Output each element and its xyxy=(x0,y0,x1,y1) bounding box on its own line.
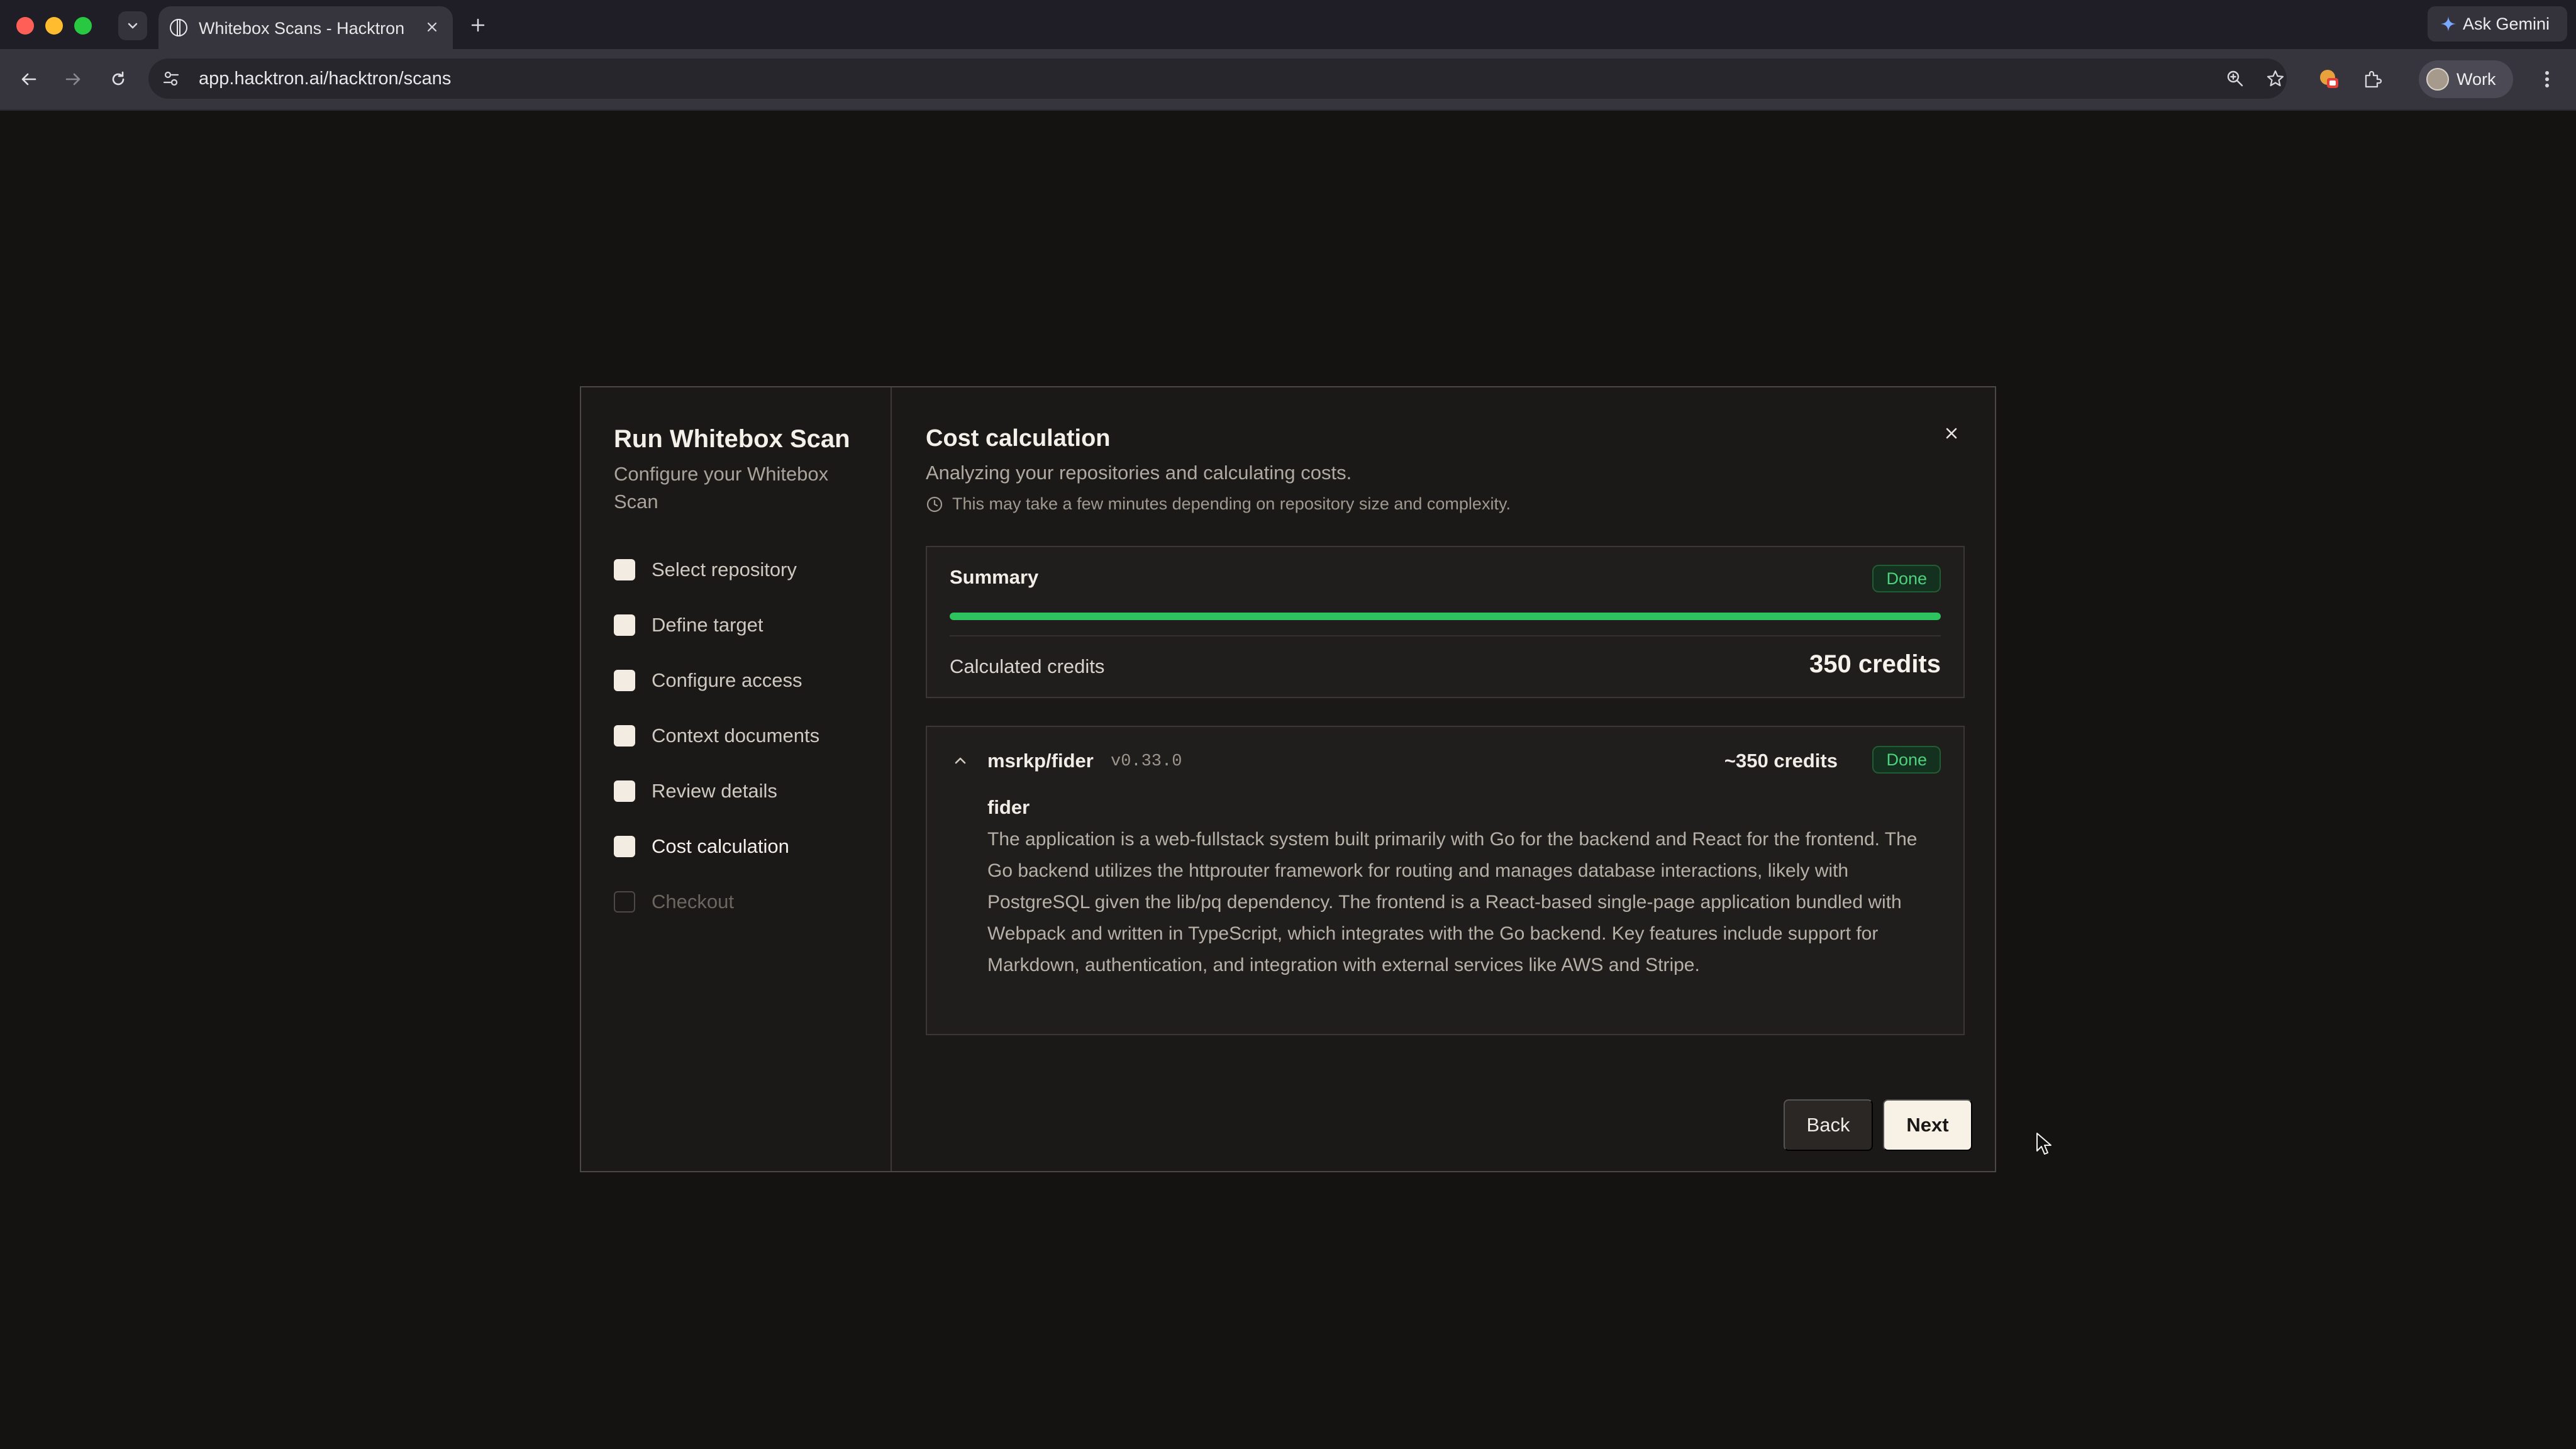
application-description: The application is a web-fullstack syste… xyxy=(987,829,1918,975)
browser-tab-bar: Whitebox Scans - Hacktron Ask Gemini xyxy=(0,0,2576,50)
wizard-main: Cost calculation Analyzing your reposito… xyxy=(892,387,1995,1171)
run-scan-modal: Run Whitebox Scan Configure your Whitebo… xyxy=(580,386,1996,1172)
tab-search-button[interactable] xyxy=(118,11,147,40)
close-icon xyxy=(427,22,437,32)
step-cost-calculation[interactable]: Cost calculation xyxy=(614,835,789,858)
step-checkbox xyxy=(614,891,635,913)
status-badge: Done xyxy=(1872,746,1941,774)
page-subtitle: Analyzing your repositories and calculat… xyxy=(926,462,1352,484)
repository-card: msrkp/fider v0.33.0 ~350 credits Done fi… xyxy=(926,726,1965,1035)
bookmark-star-icon[interactable] xyxy=(2262,65,2289,92)
minimize-window-button[interactable] xyxy=(45,17,63,35)
browser-toolbar: app.hacktron.ai/hacktron/scans Work xyxy=(0,49,2576,111)
summary-card: Summary Done Calculated credits 350 cred… xyxy=(926,546,1965,698)
step-label: Select repository xyxy=(652,558,797,580)
next-button[interactable]: Next xyxy=(1883,1099,1972,1151)
step-review-details[interactable]: Review details xyxy=(614,780,777,802)
step-label: Cost calculation xyxy=(652,835,789,857)
step-label: Configure access xyxy=(652,669,802,691)
calculated-credits-value: 350 credits xyxy=(1809,650,1941,678)
zoom-icon[interactable] xyxy=(2221,65,2249,92)
step-checkbox xyxy=(614,670,635,691)
page-title: Cost calculation xyxy=(926,425,1111,452)
extension-badge-icon[interactable] xyxy=(2314,64,2345,94)
address-bar[interactable]: app.hacktron.ai/hacktron/scans xyxy=(148,58,2287,99)
arrow-right-icon xyxy=(65,73,80,86)
profile-label: Work xyxy=(2457,69,2496,89)
calculated-credits-label: Calculated credits xyxy=(950,655,1105,677)
ask-gemini-button[interactable]: Ask Gemini xyxy=(2428,6,2567,42)
close-window-button[interactable] xyxy=(16,17,34,35)
avatar xyxy=(2426,68,2449,91)
wizard-sidebar: Run Whitebox Scan Configure your Whitebo… xyxy=(581,387,892,1171)
back-button[interactable]: Back xyxy=(1784,1099,1873,1151)
step-label: Define target xyxy=(652,614,763,636)
status-badge: Done xyxy=(1872,565,1941,592)
chevron-up-icon xyxy=(955,757,966,764)
page-note: This may take a few minutes depending on… xyxy=(926,494,1511,514)
repository-name: msrkp/fider xyxy=(987,750,1094,772)
clock-icon xyxy=(926,496,943,512)
step-checkout: Checkout xyxy=(614,891,734,913)
globe-icon xyxy=(170,19,187,36)
browser-tab[interactable]: Whitebox Scans - Hacktron xyxy=(158,6,453,49)
new-tab-button[interactable] xyxy=(464,11,492,39)
repository-credits: ~350 credits xyxy=(1724,750,1838,772)
summary-title: Summary xyxy=(950,566,1039,588)
site-settings-icon[interactable] xyxy=(160,67,182,90)
gemini-sparkle-icon xyxy=(2441,16,2456,31)
url-text: app.hacktron.ai/hacktron/scans xyxy=(199,69,452,89)
divider xyxy=(950,635,1941,636)
maximize-window-button[interactable] xyxy=(74,17,92,35)
back-nav-button[interactable] xyxy=(14,64,44,94)
plus-icon xyxy=(471,18,485,32)
repository-version: v0.33.0 xyxy=(1111,752,1182,771)
more-vertical-icon xyxy=(2545,71,2549,87)
reload-icon xyxy=(112,71,125,86)
step-checkbox xyxy=(614,614,635,636)
step-checkbox xyxy=(614,780,635,802)
progress-fill xyxy=(950,613,1941,620)
step-label: Review details xyxy=(652,780,777,802)
wizard-title: Run Whitebox Scan xyxy=(614,425,850,453)
chevron-down-icon xyxy=(128,23,138,29)
browser-menu-button[interactable] xyxy=(2534,64,2560,94)
step-label: Context documents xyxy=(652,724,820,747)
step-checkbox xyxy=(614,725,635,747)
wizard-subtitle: Configure your Whitebox Scan xyxy=(614,463,829,513)
step-context-documents[interactable]: Context documents xyxy=(614,724,819,747)
step-select-repository[interactable]: Select repository xyxy=(614,558,797,581)
extensions-puzzle-icon[interactable] xyxy=(2357,64,2387,94)
tab-title: Whitebox Scans - Hacktron xyxy=(199,19,405,38)
progress-bar xyxy=(950,613,1941,620)
step-configure-access[interactable]: Configure access xyxy=(614,669,802,692)
arrow-left-icon xyxy=(21,73,36,86)
step-checkbox xyxy=(614,836,635,857)
profile-button[interactable]: Work xyxy=(2419,60,2513,98)
application-name: fider xyxy=(987,796,1030,818)
modal-close-button[interactable] xyxy=(1937,419,1966,448)
step-label: Checkout xyxy=(652,891,734,913)
close-icon xyxy=(1946,428,1957,439)
reload-button[interactable] xyxy=(103,64,133,94)
page-note-text: This may take a few minutes depending on… xyxy=(952,494,1511,513)
tab-close-button[interactable] xyxy=(420,15,444,39)
step-define-target[interactable]: Define target xyxy=(614,614,763,636)
ask-gemini-label: Ask Gemini xyxy=(2463,14,2550,33)
collapse-toggle[interactable] xyxy=(950,750,971,771)
mouse-cursor-icon xyxy=(2036,1133,2051,1155)
step-checkbox xyxy=(614,559,635,580)
forward-nav-button[interactable] xyxy=(58,64,88,94)
